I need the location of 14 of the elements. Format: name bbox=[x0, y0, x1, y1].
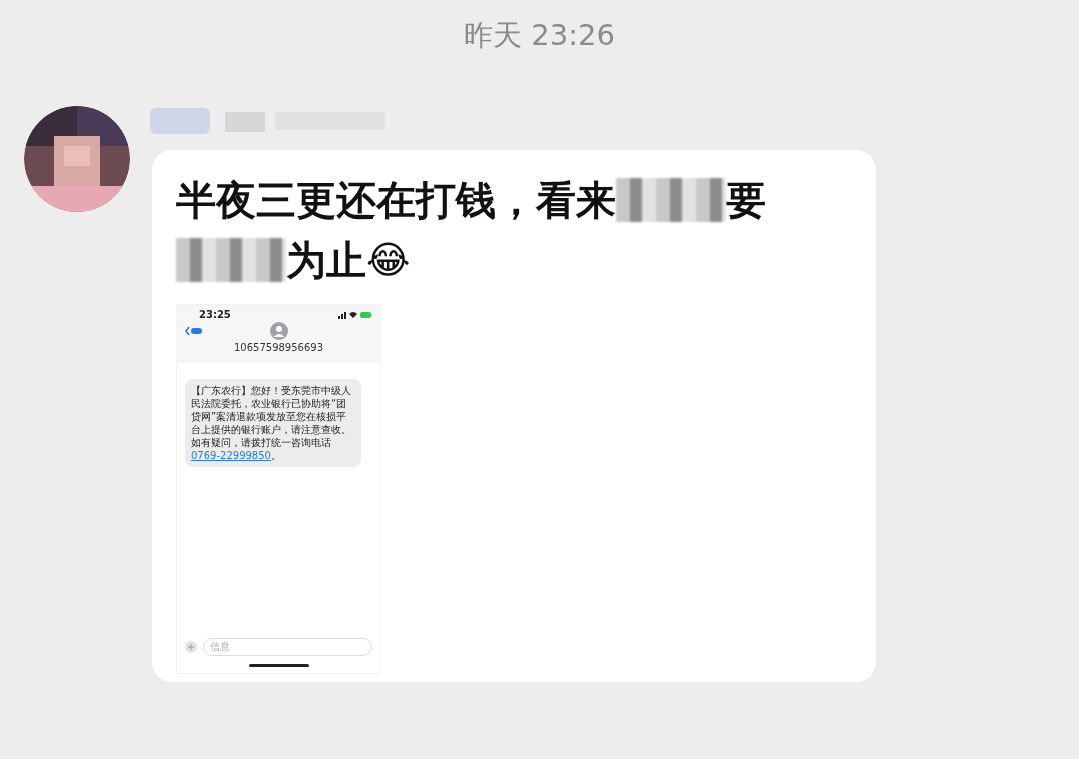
plus-icon[interactable] bbox=[185, 641, 197, 653]
sender-number: 10657598956693 bbox=[232, 342, 325, 353]
message-text: 半夜三更还在打钱，看来 bbox=[176, 175, 616, 225]
laughing-emoji: 😂 bbox=[366, 238, 411, 282]
sms-bubble: 【广东农行】您好！受东莞市中级人民法院委托，农业银行已协助将“团贷网”案清退款项发放至您在核损平台上提供的银行账户，请注意查收。如有疑问，请拨打统一咨询电话 0769-22999850。 bbox=[185, 379, 361, 467]
phone-link[interactable]: 0769-22999850 bbox=[191, 450, 271, 461]
home-indicator bbox=[248, 664, 309, 667]
back-icon[interactable] bbox=[185, 326, 203, 336]
timestamp: 昨天 23:26 bbox=[464, 17, 615, 54]
status-icons bbox=[338, 310, 372, 319]
status-time: 23:25 bbox=[199, 309, 231, 320]
message-text: 要 bbox=[726, 175, 766, 225]
message-text: 为止 bbox=[286, 235, 366, 285]
contact-icon bbox=[269, 322, 288, 340]
